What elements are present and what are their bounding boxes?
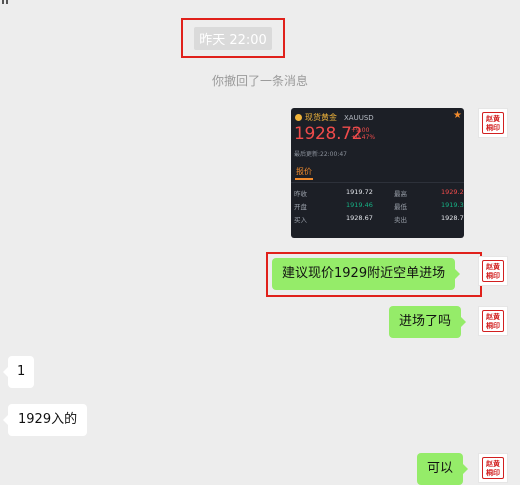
recall-notice: 你撤回了一条消息 [211,74,308,88]
seal-logo: 赵黄 桐印 [482,260,504,282]
timestamp: 昨天 22:00 [194,26,272,50]
quote-row: 买入 1928.67 卖出 1928.77 [294,214,464,224]
tab-underline [295,178,313,180]
message-text: 进场了吗 [399,314,452,329]
divider [291,182,464,183]
row-value: 1919.46 [346,201,373,209]
message-text: 1929入的 [18,412,78,427]
row-value: 1929.26 [441,188,464,196]
quote-row: 开盘 1919.46 最低 1919.30 [294,201,464,211]
window-control-fragment [0,0,8,4]
quote-change: +9.00 +0.47% [351,127,375,141]
quote-change-abs: +9.00 [351,127,370,134]
row-value: 1919.30 [441,201,464,209]
quote-row: 昨收 1919.72 最高 1929.26 [294,188,464,198]
quote-name: 现货黄金 [305,113,337,122]
message-text: 1 [17,364,26,379]
avatar[interactable]: 赵黄 桐印 [478,108,508,138]
seal-logo: 赵黄 桐印 [482,310,504,332]
avatar[interactable]: 赵黄 桐印 [478,256,508,286]
message-bubble[interactable]: 1 [2,356,35,388]
message-bubble[interactable]: 进场了吗 [389,306,467,338]
quote-updated-time: 最后更新:22:00:47 [294,151,347,158]
row-value: 1919.72 [346,188,373,196]
row-label: 最高 [394,190,407,198]
seal-logo: 赵黄 桐印 [482,112,504,134]
quote-header: 现货黄金 XAUUSD [295,112,374,123]
favorite-star-icon[interactable]: ★ [453,110,462,121]
avatar[interactable]: 赵黄 桐印 [478,453,508,483]
gold-quote-card[interactable]: 现货黄金 XAUUSD ★ 1928.72 +9.00 +0.47% 最后更新:… [291,108,464,238]
tab-quote[interactable]: 报价 [296,166,312,177]
row-value: 1928.77 [441,214,464,222]
quote-symbol: XAUUSD [344,113,374,122]
row-label: 开盘 [294,203,307,211]
row-value: 1928.67 [346,214,373,222]
gold-coin-icon [295,114,302,121]
message-bubble[interactable]: 1929入的 [2,404,88,436]
row-label: 最低 [394,203,407,211]
avatar[interactable]: 赵黄 桐印 [478,306,508,336]
quote-change-pct: +0.47% [351,134,376,141]
timestamp-highlight-box: 昨天 22:00 [181,18,285,58]
row-label: 昨收 [294,190,307,198]
row-label: 卖出 [394,216,407,224]
seal-logo: 赵黄 桐印 [482,457,504,479]
message-bubble[interactable]: 建议现价1929附近空单进场 [272,258,461,290]
message-text: 建议现价1929附近空单进场 [282,266,446,281]
message-text: 可以 [427,461,454,476]
message-bubble[interactable]: 可以 [417,453,469,485]
row-label: 买入 [294,216,307,224]
